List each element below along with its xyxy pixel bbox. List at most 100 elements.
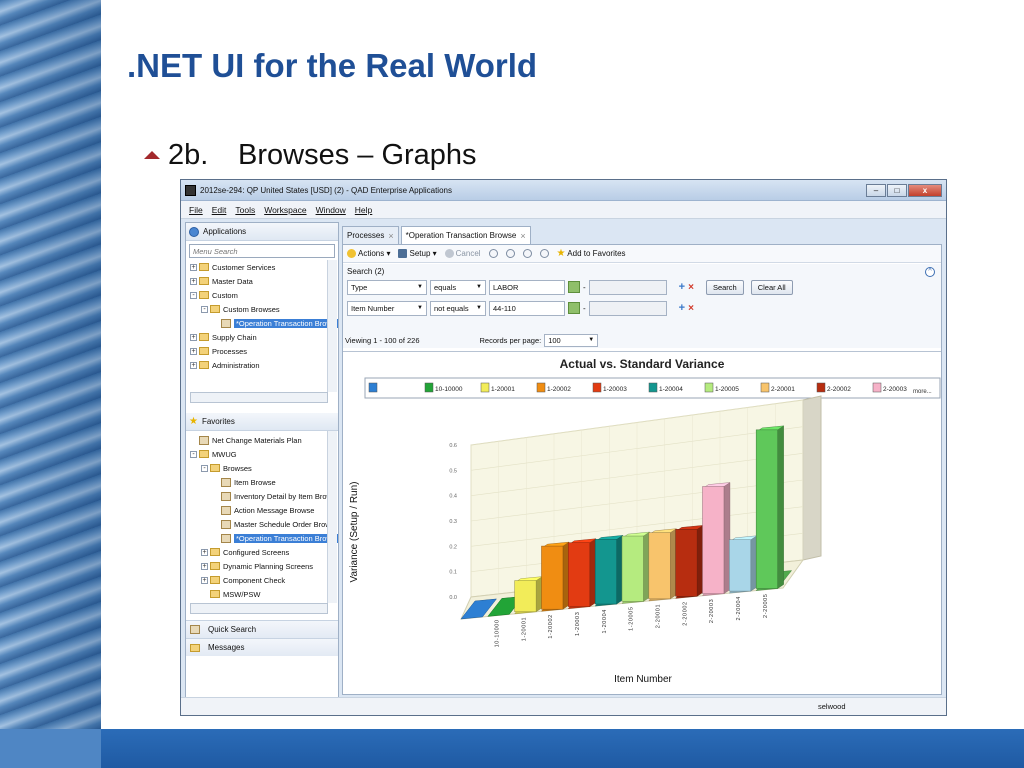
remove-criteria-icon[interactable]: × bbox=[688, 303, 694, 314]
favorites-tree-item[interactable]: Net Change Materials Plan bbox=[188, 433, 338, 447]
expand-icon[interactable]: + bbox=[190, 263, 197, 271]
legend-label: 2-20003 bbox=[883, 386, 907, 393]
favorites-tree-item[interactable]: Item Browse bbox=[188, 475, 338, 489]
variance-chart: Actual vs. Standard Variance 10-10000 1-20… bbox=[349, 357, 941, 685]
previous-page-icon[interactable] bbox=[505, 249, 515, 258]
applications-tree-item[interactable]: + Processes bbox=[188, 344, 338, 358]
chart-bar-side bbox=[535, 576, 543, 613]
x-tick-label: 1-20002 bbox=[548, 614, 554, 638]
menu-edit[interactable]: Edit bbox=[212, 205, 227, 215]
search-button[interactable]: Search bbox=[705, 279, 744, 295]
folder-icon bbox=[210, 590, 220, 598]
expand-icon[interactable]: + bbox=[201, 548, 208, 556]
field-select-2[interactable]: Item Number ▼ bbox=[347, 300, 427, 316]
collapse-icon[interactable]: - bbox=[201, 464, 208, 472]
setup-button[interactable]: Setup ▾ bbox=[398, 249, 437, 259]
favorites-tree-item[interactable]: Inventory Detail by Item Brows bbox=[188, 489, 338, 503]
close-tab-icon[interactable]: × bbox=[388, 231, 393, 241]
actions-button[interactable]: Actions ▾ bbox=[347, 249, 390, 259]
menu-workspace[interactable]: Workspace bbox=[264, 205, 306, 215]
collapse-icon[interactable]: - bbox=[201, 305, 208, 313]
minimize-button[interactable]: – bbox=[866, 183, 886, 197]
cancel-button[interactable]: Cancel bbox=[444, 249, 481, 259]
value-to-field-1[interactable] bbox=[588, 279, 667, 295]
messages-link[interactable]: Messages bbox=[186, 638, 338, 656]
menu-help[interactable]: Help bbox=[355, 205, 372, 215]
favorites-tree-item[interactable]: Master Schedule Order Brows bbox=[188, 517, 338, 531]
applications-tree-item[interactable]: + Supply Chain bbox=[188, 330, 338, 344]
value-to-field-2[interactable] bbox=[588, 300, 667, 316]
next-page-icon[interactable] bbox=[522, 249, 532, 258]
app-window: 2012se-294: QP United States [USD] (2) -… bbox=[180, 179, 947, 716]
menu-window[interactable]: Window bbox=[316, 205, 346, 215]
add-criteria-icon[interactable]: + bbox=[679, 281, 685, 293]
legend-swatch bbox=[760, 382, 770, 393]
add-criteria-icon[interactable]: + bbox=[679, 302, 685, 314]
applications-tree-item[interactable]: + Master Data bbox=[188, 274, 338, 288]
maximize-button[interactable]: □ bbox=[887, 183, 907, 197]
expand-icon[interactable]: + bbox=[190, 347, 197, 355]
folder-icon bbox=[210, 576, 220, 584]
favorites-tree-item[interactable]: - MWUG bbox=[188, 447, 338, 461]
operator-select-2[interactable]: not equals ▼ bbox=[430, 300, 486, 316]
tab-processes[interactable]: Processes × bbox=[342, 226, 399, 244]
favorites-header[interactable]: ★ Favorites bbox=[186, 413, 338, 431]
menu-tools[interactable]: Tools bbox=[235, 205, 255, 215]
field-select-1[interactable]: Type ▼ bbox=[347, 279, 427, 295]
expand-icon[interactable]: + bbox=[190, 333, 197, 341]
menu-file[interactable]: File bbox=[189, 205, 203, 215]
window-title: 2012se-294: QP United States [USD] (2) -… bbox=[200, 185, 452, 195]
expand-icon[interactable]: + bbox=[201, 562, 208, 570]
chart-bar bbox=[541, 545, 564, 610]
operator-select-1[interactable]: equals ▼ bbox=[430, 279, 486, 295]
expand-icon[interactable]: + bbox=[190, 361, 197, 369]
applications-tree-item[interactable]: + Customer Services bbox=[188, 260, 338, 274]
collapse-icon[interactable]: ^ bbox=[925, 267, 935, 277]
lookup-icon[interactable] bbox=[568, 281, 580, 293]
expand-icon[interactable]: + bbox=[201, 576, 208, 584]
applications-horizontal-scrollbar[interactable] bbox=[190, 392, 328, 403]
favorites-horizontal-scrollbar[interactable] bbox=[190, 603, 328, 614]
y-tick-label: 0.6 bbox=[449, 443, 457, 449]
window-titlebar[interactable]: 2012se-294: QP United States [USD] (2) -… bbox=[181, 180, 946, 201]
collapse-icon[interactable]: - bbox=[190, 291, 197, 299]
remove-criteria-icon[interactable]: × bbox=[688, 282, 694, 293]
lightbulb-icon bbox=[347, 249, 356, 259]
favorites-vertical-scrollbar[interactable] bbox=[327, 431, 337, 603]
applications-tree-item[interactable]: + Administration bbox=[188, 358, 338, 372]
favorites-tree-item[interactable]: - Browses bbox=[188, 461, 338, 475]
favorites-tree-item[interactable]: MSW/PSW bbox=[188, 587, 338, 601]
last-page-icon[interactable] bbox=[539, 249, 549, 258]
clear-all-button[interactable]: Clear All bbox=[750, 279, 793, 295]
value-field-1[interactable]: LABOR bbox=[489, 279, 565, 295]
expand-icon[interactable]: + bbox=[190, 277, 197, 285]
tab-operation-transaction-browse[interactable]: *Operation Transaction Browse × bbox=[400, 226, 531, 244]
records-per-page-select[interactable]: 100 ▼ bbox=[544, 333, 599, 347]
favorites-tree-item[interactable]: + Component Check bbox=[188, 573, 338, 587]
tab-processes-label: Processes bbox=[347, 231, 385, 240]
value-field-2[interactable]: 44-110 bbox=[489, 300, 565, 316]
y-tick-label: 0.4 bbox=[449, 494, 457, 500]
close-tab-icon[interactable]: × bbox=[520, 231, 525, 241]
chart-bar bbox=[702, 486, 725, 594]
applications-tree-item[interactable]: - Custom bbox=[188, 288, 338, 302]
applications-tree-item[interactable]: - Custom Browses bbox=[188, 302, 338, 316]
favorites-tree-item[interactable]: + Dynamic Planning Screens bbox=[188, 559, 338, 573]
quick-search-link[interactable]: Quick Search bbox=[186, 620, 338, 638]
first-page-icon[interactable] bbox=[488, 249, 498, 258]
add-favorites-label: Add to Favorites bbox=[567, 249, 626, 258]
applications-header[interactable]: Applications bbox=[186, 223, 338, 241]
legend-swatch bbox=[424, 382, 434, 393]
lookup-icon[interactable] bbox=[568, 302, 580, 314]
applications-vertical-scrollbar[interactable] bbox=[327, 260, 337, 392]
collapse-icon[interactable]: - bbox=[190, 450, 197, 458]
close-button[interactable]: x bbox=[908, 183, 942, 197]
menu-search-input[interactable] bbox=[189, 244, 335, 258]
favorites-tree-item[interactable]: Action Message Browse bbox=[188, 503, 338, 517]
favorites-tree-item[interactable]: + Configured Screens bbox=[188, 545, 338, 559]
bullet-number: 2b. bbox=[168, 138, 209, 171]
folder-icon bbox=[210, 464, 220, 472]
applications-tree-item[interactable]: *Operation Transaction Brows bbox=[188, 316, 338, 330]
add-to-favorites-button[interactable]: ★ Add to Favorites bbox=[557, 248, 626, 259]
favorites-tree-item[interactable]: *Operation Transaction Brows bbox=[188, 531, 338, 545]
